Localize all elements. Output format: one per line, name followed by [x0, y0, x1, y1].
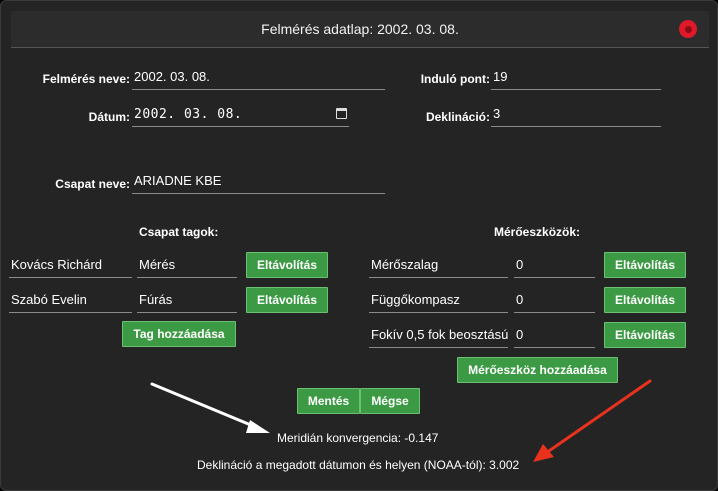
annotation-arrows — [150, 379, 652, 462]
red-arrow-icon — [533, 379, 652, 462]
white-arrow-icon — [150, 382, 270, 433]
